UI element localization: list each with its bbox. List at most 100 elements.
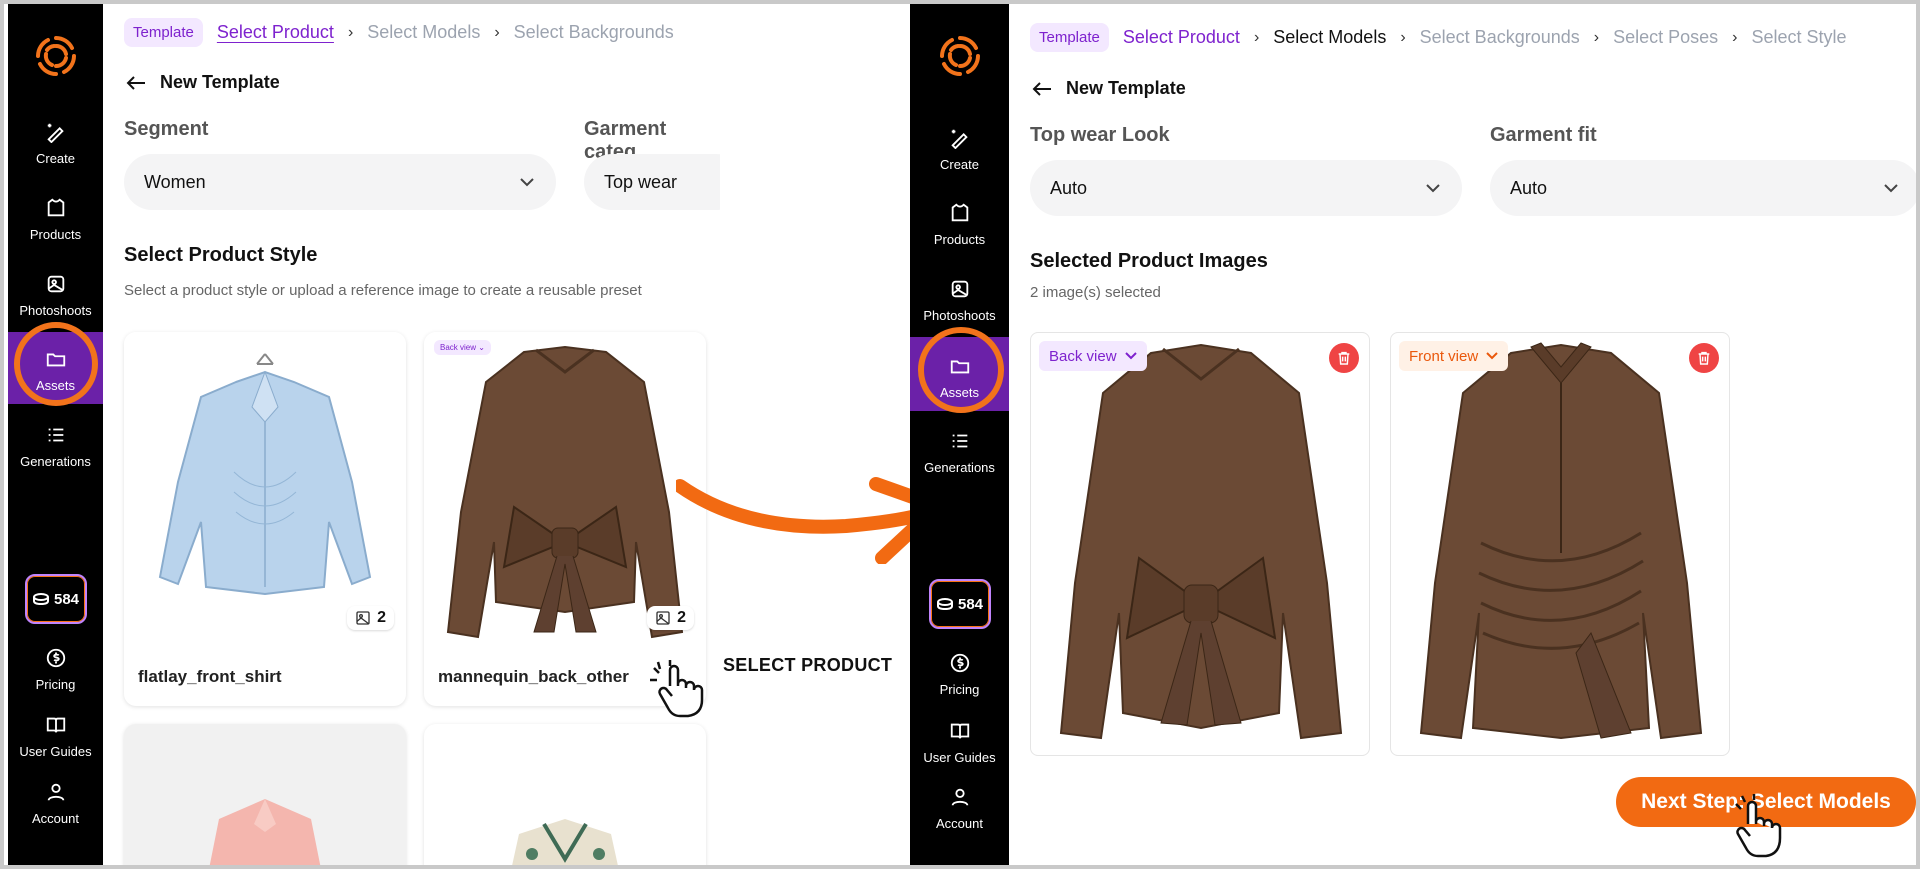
dollar-icon bbox=[950, 653, 969, 673]
breadcrumb-select-poses[interactable]: Select Poses bbox=[1613, 27, 1718, 48]
product-name: flatlay_front_shirt bbox=[138, 667, 282, 686]
trash-icon bbox=[1338, 351, 1350, 365]
sidebar-item-pricing[interactable]: Pricing bbox=[8, 647, 103, 692]
garment-category-value: Top wear bbox=[604, 171, 678, 192]
segment-label: Segment bbox=[124, 118, 209, 140]
top-wear-look-select[interactable]: Auto bbox=[1030, 160, 1462, 216]
sidebar-item-label: Account bbox=[936, 816, 983, 831]
sidebar-item-label: Create bbox=[35, 151, 76, 166]
floral-top-image bbox=[512, 819, 618, 865]
product-card[interactable] bbox=[124, 724, 406, 865]
sidebar-item-label: User Guides bbox=[19, 744, 92, 759]
view-selector[interactable]: Back view bbox=[1039, 341, 1147, 371]
right-panel: Create Products Photoshoots Assets Gener… bbox=[910, 4, 1916, 865]
product-name: mannequin_back_other bbox=[438, 667, 629, 686]
credits-badge[interactable]: 584 bbox=[928, 579, 991, 629]
section-title: Select Product Style bbox=[124, 244, 318, 266]
tap-hand-icon bbox=[650, 660, 704, 718]
view-selector[interactable]: Front view bbox=[1399, 341, 1509, 371]
sidebar-item-pricing[interactable]: Pricing bbox=[910, 652, 1009, 697]
sidebar-item-label: Products bbox=[933, 232, 986, 247]
breadcrumb-select-product[interactable]: Select Product bbox=[217, 22, 334, 43]
user-icon bbox=[47, 783, 64, 801]
section-title: Selected Product Images bbox=[1030, 250, 1268, 272]
product-card[interactable] bbox=[424, 724, 706, 865]
credits-count: 584 bbox=[957, 595, 984, 613]
breadcrumb-template[interactable]: Template bbox=[1030, 23, 1109, 52]
view-badge[interactable]: Back view ⌄ bbox=[434, 340, 491, 355]
sidebar-item-products[interactable]: Products bbox=[8, 197, 103, 242]
coins-icon bbox=[936, 598, 953, 611]
product-image bbox=[424, 332, 706, 647]
breadcrumb-select-backgrounds[interactable]: Select Backgrounds bbox=[514, 22, 674, 43]
book-icon bbox=[46, 717, 65, 733]
breadcrumb-select-models[interactable]: Select Models bbox=[1273, 27, 1386, 48]
breadcrumb-select-product[interactable]: Select Product bbox=[1123, 27, 1240, 48]
sidebar-item-products[interactable]: Products bbox=[910, 202, 1009, 247]
product-card[interactable]: Back view ⌄ 2 mannequin_back_other bbox=[424, 332, 706, 706]
sidebar-item-label: Create bbox=[939, 157, 980, 172]
sidebar-item-generations[interactable]: Generations bbox=[8, 424, 103, 469]
chevron-down-icon bbox=[1124, 352, 1137, 360]
highlight-circle bbox=[918, 327, 1004, 413]
sidebar-item-label: Photoshoots bbox=[923, 308, 996, 323]
selected-product-image[interactable]: Front view bbox=[1390, 332, 1730, 756]
sidebar-item-label: Generations bbox=[924, 460, 995, 475]
sidebar-item-user-guides[interactable]: User Guides bbox=[8, 714, 103, 759]
page-title: New Template bbox=[160, 72, 280, 92]
sidebar-item-account[interactable]: Account bbox=[910, 786, 1009, 831]
image-icon bbox=[47, 275, 64, 293]
sparkle-pencil-icon bbox=[46, 123, 64, 143]
back-button[interactable]: New Template bbox=[126, 72, 280, 93]
shirt-icon bbox=[47, 198, 64, 217]
chevron-down-icon bbox=[1426, 183, 1440, 192]
garment-fit-value: Auto bbox=[1510, 177, 1548, 198]
garment-fit-label: Garment fit bbox=[1490, 124, 1597, 146]
breadcrumb: Template Select Product › Select Models … bbox=[124, 18, 674, 47]
sidebar-item-user-guides[interactable]: User Guides bbox=[910, 720, 1009, 765]
breadcrumb-select-backgrounds[interactable]: Select Backgrounds bbox=[1420, 27, 1580, 48]
section-subtitle: Select a product style or upload a refer… bbox=[124, 282, 642, 299]
image-icon bbox=[656, 611, 670, 625]
credits-badge[interactable]: 584 bbox=[24, 574, 87, 624]
coins-icon bbox=[32, 593, 49, 606]
segment-select[interactable]: Women bbox=[124, 154, 556, 210]
sidebar-item-create[interactable]: Create bbox=[910, 127, 1009, 172]
list-icon bbox=[952, 434, 967, 448]
product-image bbox=[124, 332, 406, 647]
sidebar-item-account[interactable]: Account bbox=[8, 781, 103, 826]
blue-shirt-image bbox=[158, 353, 372, 596]
back-button[interactable]: New Template bbox=[1032, 78, 1186, 99]
chevron-right-icon: › bbox=[1593, 28, 1600, 46]
sidebar-item-create[interactable]: Create bbox=[8, 121, 103, 166]
brown-blouse-back-image bbox=[1059, 343, 1343, 740]
breadcrumb-template[interactable]: Template bbox=[124, 18, 203, 47]
sidebar: Create Products Photoshoots Assets Gener… bbox=[910, 4, 1009, 865]
sidebar-item-photoshoots[interactable]: Photoshoots bbox=[910, 278, 1009, 323]
breadcrumb-select-models[interactable]: Select Models bbox=[367, 22, 480, 43]
curved-arrow-icon bbox=[676, 477, 945, 564]
selected-product-image[interactable]: Back view bbox=[1030, 332, 1370, 756]
breadcrumb-select-style[interactable]: Select Style bbox=[1751, 27, 1846, 48]
sidebar: Create Products Photoshoots Assets Gener… bbox=[8, 4, 103, 865]
arrow-left-icon bbox=[126, 75, 145, 90]
chevron-down-icon bbox=[1884, 183, 1898, 192]
delete-button[interactable] bbox=[1689, 343, 1719, 373]
app-logo-icon[interactable] bbox=[938, 34, 982, 78]
sidebar-item-photoshoots[interactable]: Photoshoots bbox=[8, 273, 103, 318]
delete-button[interactable] bbox=[1329, 343, 1359, 373]
arrow-left-icon bbox=[1032, 81, 1051, 96]
left-panel: Create Products Photoshoots Assets Gener… bbox=[8, 4, 720, 865]
brown-blouse-back-image bbox=[446, 345, 684, 639]
app-logo-icon[interactable] bbox=[34, 34, 78, 78]
sidebar-item-generations[interactable]: Generations bbox=[910, 430, 1009, 475]
image-icon bbox=[951, 280, 968, 298]
product-card[interactable]: 2 flatlay_front_shirt bbox=[124, 332, 406, 706]
garment-category-select[interactable]: Top wear bbox=[584, 154, 720, 210]
chevron-right-icon: › bbox=[347, 23, 354, 41]
segment-value: Women bbox=[144, 171, 206, 192]
garment-fit-select[interactable]: Auto bbox=[1490, 160, 1916, 216]
sidebar-item-label: Generations bbox=[20, 454, 91, 469]
pink-shirt-image bbox=[209, 799, 321, 865]
chevron-right-icon: › bbox=[1253, 28, 1260, 46]
